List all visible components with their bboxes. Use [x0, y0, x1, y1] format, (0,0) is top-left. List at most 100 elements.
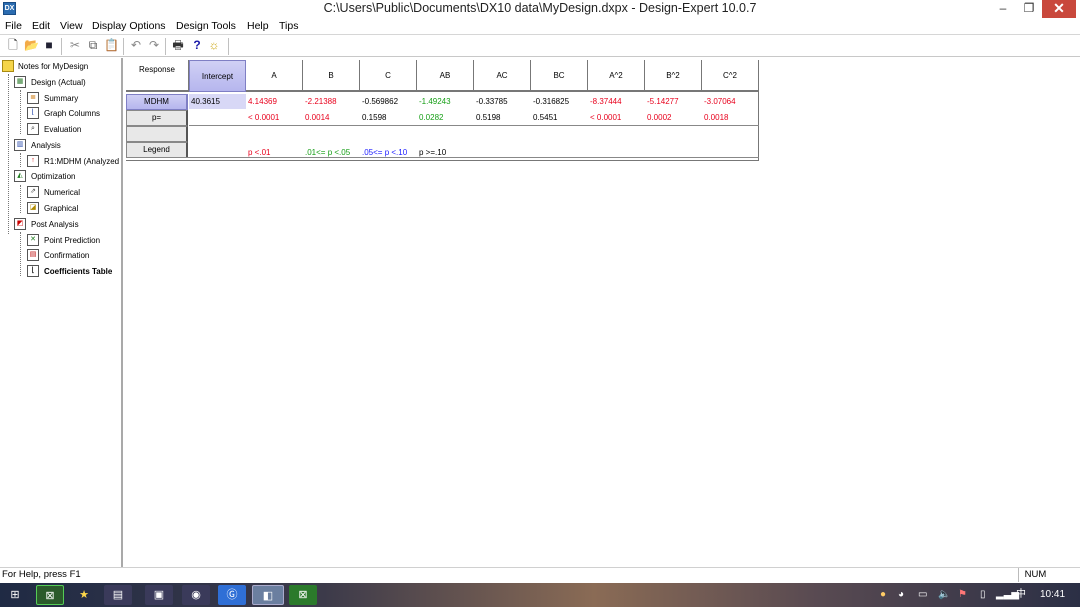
- num-lock-indicator: NUM: [1018, 568, 1052, 582]
- response-icon: ↑: [27, 155, 39, 167]
- restore-button[interactable]: ❐: [1016, 0, 1042, 18]
- p-bc[interactable]: 0.5451: [533, 110, 557, 126]
- menu-display-options[interactable]: Display Options: [92, 19, 166, 33]
- design-grid-icon: ▦: [14, 76, 26, 88]
- p-ab[interactable]: 0.0282: [419, 110, 443, 126]
- menu-view[interactable]: View: [60, 19, 83, 33]
- header-ab[interactable]: AB: [417, 60, 474, 92]
- menu-file[interactable]: File: [5, 19, 22, 33]
- legend-blue-item: .05<= p <.10: [362, 148, 408, 157]
- menu-bar: File Edit View Display Options Design To…: [0, 18, 1080, 34]
- open-folder-icon[interactable]: 📂: [24, 38, 39, 52]
- point-prediction-icon: ✕: [27, 234, 39, 246]
- menu-help[interactable]: Help: [247, 19, 269, 33]
- p-b2[interactable]: 0.0002: [647, 110, 671, 126]
- row-header-mdhm[interactable]: MDHM: [126, 94, 188, 110]
- toolbar-separator: [123, 38, 124, 55]
- new-file-icon[interactable]: 🗋: [6, 38, 20, 52]
- clock[interactable]: 10:41: [1040, 588, 1065, 602]
- title-bar: DX C:\Users\Public\Documents\DX10 data\M…: [0, 0, 1080, 18]
- menu-edit[interactable]: Edit: [32, 19, 50, 33]
- file-explorer-icon[interactable]: ▤: [104, 585, 132, 605]
- status-help-text: For Help, press F1: [2, 569, 81, 580]
- menu-design-tools[interactable]: Design Tools: [176, 19, 236, 33]
- header-ac[interactable]: AC: [474, 60, 531, 92]
- row-header-blank[interactable]: [126, 126, 188, 142]
- paste-icon[interactable]: 📋: [104, 38, 119, 52]
- mdhm-a2[interactable]: -8.37444: [590, 94, 622, 110]
- graphical-icon: ◪: [27, 202, 39, 214]
- cut-icon[interactable]: ✂: [68, 38, 82, 52]
- p-ac[interactable]: 0.5198: [476, 110, 500, 126]
- tree-item-label: Numerical: [44, 188, 81, 197]
- toolbar-separator: [165, 38, 166, 55]
- mdhm-a[interactable]: 4.14369: [248, 94, 277, 110]
- post-analysis-icon: ◩: [14, 218, 26, 230]
- mdhm-c2[interactable]: -3.07064: [704, 94, 736, 110]
- wechat-icon[interactable]: ◕: [898, 588, 904, 602]
- p-a[interactable]: < 0.0001: [248, 110, 279, 126]
- tree-item-label: Point Prediction: [44, 236, 101, 245]
- p-a2[interactable]: < 0.0001: [590, 110, 621, 126]
- row-header-p[interactable]: p=: [126, 110, 188, 126]
- minimize-button[interactable]: –: [990, 0, 1016, 18]
- header-a2[interactable]: A^2: [588, 60, 645, 92]
- p-c2[interactable]: 0.0018: [704, 110, 728, 126]
- coefficients-table-view: Response Intercept A B C AB AC BC A^2 B^…: [125, 58, 1080, 567]
- p-b[interactable]: 0.0014: [305, 110, 329, 126]
- graph-columns-icon: ⌊: [27, 107, 39, 119]
- folder-icon: [2, 60, 14, 72]
- mdhm-ac[interactable]: -0.33785: [476, 94, 508, 110]
- print-icon[interactable]: 🖶: [171, 38, 185, 52]
- mdhm-b2[interactable]: -5.14277: [647, 94, 679, 110]
- menu-tips[interactable]: Tips: [279, 19, 298, 33]
- tip-lightbulb-icon[interactable]: ☼: [207, 38, 221, 52]
- copy-icon[interactable]: ⧉: [86, 38, 100, 52]
- ime-indicator[interactable]: 中: [1016, 588, 1026, 602]
- legend-black-item: p >=.10: [419, 148, 447, 157]
- mdhm-bc[interactable]: -0.316825: [533, 94, 569, 110]
- header-intercept[interactable]: Intercept: [189, 60, 246, 92]
- toolbar-separator: [61, 38, 62, 55]
- volume-icon[interactable]: 🔈: [938, 588, 950, 602]
- p-c[interactable]: 0.1598: [362, 110, 386, 126]
- header-a[interactable]: A: [246, 60, 303, 92]
- window-title: C:\Users\Public\Documents\DX10 data\MyDe…: [323, 1, 757, 15]
- header-c[interactable]: C: [360, 60, 417, 92]
- header-b[interactable]: B: [303, 60, 360, 92]
- mdhm-c[interactable]: -0.569862: [362, 94, 398, 110]
- design-expert-taskbar-icon[interactable]: ◧: [252, 585, 284, 605]
- window-app-icon[interactable]: ▣: [145, 585, 173, 605]
- confirmation-icon: ▤: [27, 249, 39, 261]
- row-header-legend[interactable]: Legend: [126, 142, 188, 158]
- close-button[interactable]: ✕: [1042, 0, 1076, 18]
- network-warning-icon[interactable]: ⚑: [958, 588, 967, 602]
- mdhm-b[interactable]: -2.21388: [305, 94, 337, 110]
- mdhm-intercept[interactable]: 40.3615: [191, 94, 220, 110]
- excel-pinned-icon[interactable]: ⊠: [36, 585, 64, 605]
- numerical-icon: ⇗: [27, 186, 39, 198]
- excel-taskbar-icon[interactable]: ⊠: [289, 585, 317, 605]
- header-c2[interactable]: C^2: [702, 60, 759, 92]
- header-response: Response: [126, 60, 189, 92]
- keyboard-icon[interactable]: ▭: [918, 588, 927, 602]
- header-b2[interactable]: B^2: [645, 60, 702, 92]
- favorites-icon[interactable]: ★: [70, 585, 98, 605]
- tree-item-label: Analysis: [31, 141, 61, 150]
- header-bc[interactable]: BC: [531, 60, 588, 92]
- qq-icon[interactable]: ●: [880, 588, 886, 602]
- tree-item-label: Post Analysis: [31, 220, 79, 229]
- help-icon[interactable]: ?: [190, 38, 204, 52]
- toolbar: 🗋 📂 ■ ✂ ⧉ 📋 ↶ ↷ 🖶 ? ☼: [0, 34, 1080, 57]
- 360-browser-icon[interactable]: Ⓖ: [218, 585, 246, 605]
- tree-item-label: Summary: [44, 94, 79, 103]
- battery-icon[interactable]: ▯: [980, 588, 986, 602]
- start-button[interactable]: ⊞: [2, 585, 28, 605]
- browser-icon[interactable]: ◉: [182, 585, 210, 605]
- optimization-icon: ◭: [14, 170, 26, 182]
- tree-item-label: Coefficients Table: [44, 267, 113, 276]
- save-icon[interactable]: ■: [42, 38, 56, 52]
- mdhm-ab[interactable]: -1.49243: [419, 94, 451, 110]
- undo-icon[interactable]: ↶: [129, 38, 143, 52]
- redo-icon[interactable]: ↷: [147, 38, 161, 52]
